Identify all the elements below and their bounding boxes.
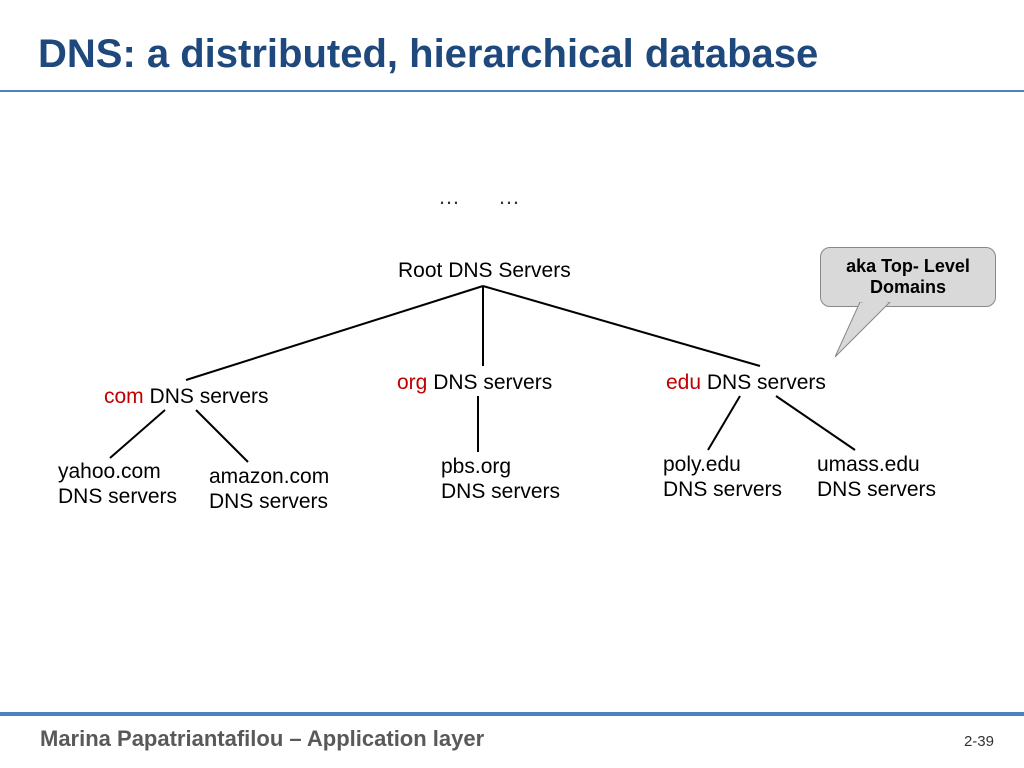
tld-com: com DNS servers bbox=[104, 384, 269, 409]
auth-poly: poly.edu DNS servers bbox=[663, 452, 782, 502]
page-number: 2-39 bbox=[964, 733, 994, 750]
auth-umass: umass.edu DNS servers bbox=[817, 452, 936, 502]
footer-text: Marina Papatriantafilou – Application la… bbox=[40, 726, 484, 752]
tld-org-prefix: org bbox=[397, 371, 427, 394]
callout-tld: aka Top- Level Domains bbox=[820, 247, 996, 307]
footer-line bbox=[0, 712, 1024, 716]
ellipsis-1: … bbox=[438, 184, 460, 210]
auth-pbs-l2: DNS servers bbox=[441, 480, 560, 503]
slide-title: DNS: a distributed, hierarchical databas… bbox=[38, 32, 818, 77]
auth-amazon: amazon.com DNS servers bbox=[209, 464, 329, 514]
auth-umass-l2: DNS servers bbox=[817, 478, 936, 501]
callout-l1: aka Top- Level bbox=[846, 256, 970, 276]
auth-amazon-l1: amazon.com bbox=[209, 465, 329, 488]
auth-umass-l1: umass.edu bbox=[817, 453, 920, 476]
auth-poly-l1: poly.edu bbox=[663, 453, 741, 476]
tld-edu: edu DNS servers bbox=[666, 370, 826, 395]
auth-yahoo-l2: DNS servers bbox=[58, 485, 177, 508]
tld-org-suffix: DNS servers bbox=[427, 371, 552, 394]
callout-tail-icon bbox=[835, 302, 915, 362]
tld-edu-prefix: edu bbox=[666, 371, 701, 394]
tld-com-suffix: DNS servers bbox=[144, 385, 269, 408]
auth-pbs-l1: pbs.org bbox=[441, 455, 511, 478]
ellipsis-2: … bbox=[498, 184, 520, 210]
callout-l2: Domains bbox=[870, 277, 946, 297]
auth-amazon-l2: DNS servers bbox=[209, 490, 328, 513]
auth-yahoo: yahoo.com DNS servers bbox=[58, 459, 177, 509]
root-node: Root DNS Servers bbox=[398, 258, 571, 283]
title-underline bbox=[0, 90, 1024, 92]
tld-edu-suffix: DNS servers bbox=[701, 371, 826, 394]
auth-pbs: pbs.org DNS servers bbox=[441, 454, 560, 504]
auth-poly-l2: DNS servers bbox=[663, 478, 782, 501]
auth-yahoo-l1: yahoo.com bbox=[58, 460, 161, 483]
tld-com-prefix: com bbox=[104, 385, 144, 408]
tld-org: org DNS servers bbox=[397, 370, 552, 395]
